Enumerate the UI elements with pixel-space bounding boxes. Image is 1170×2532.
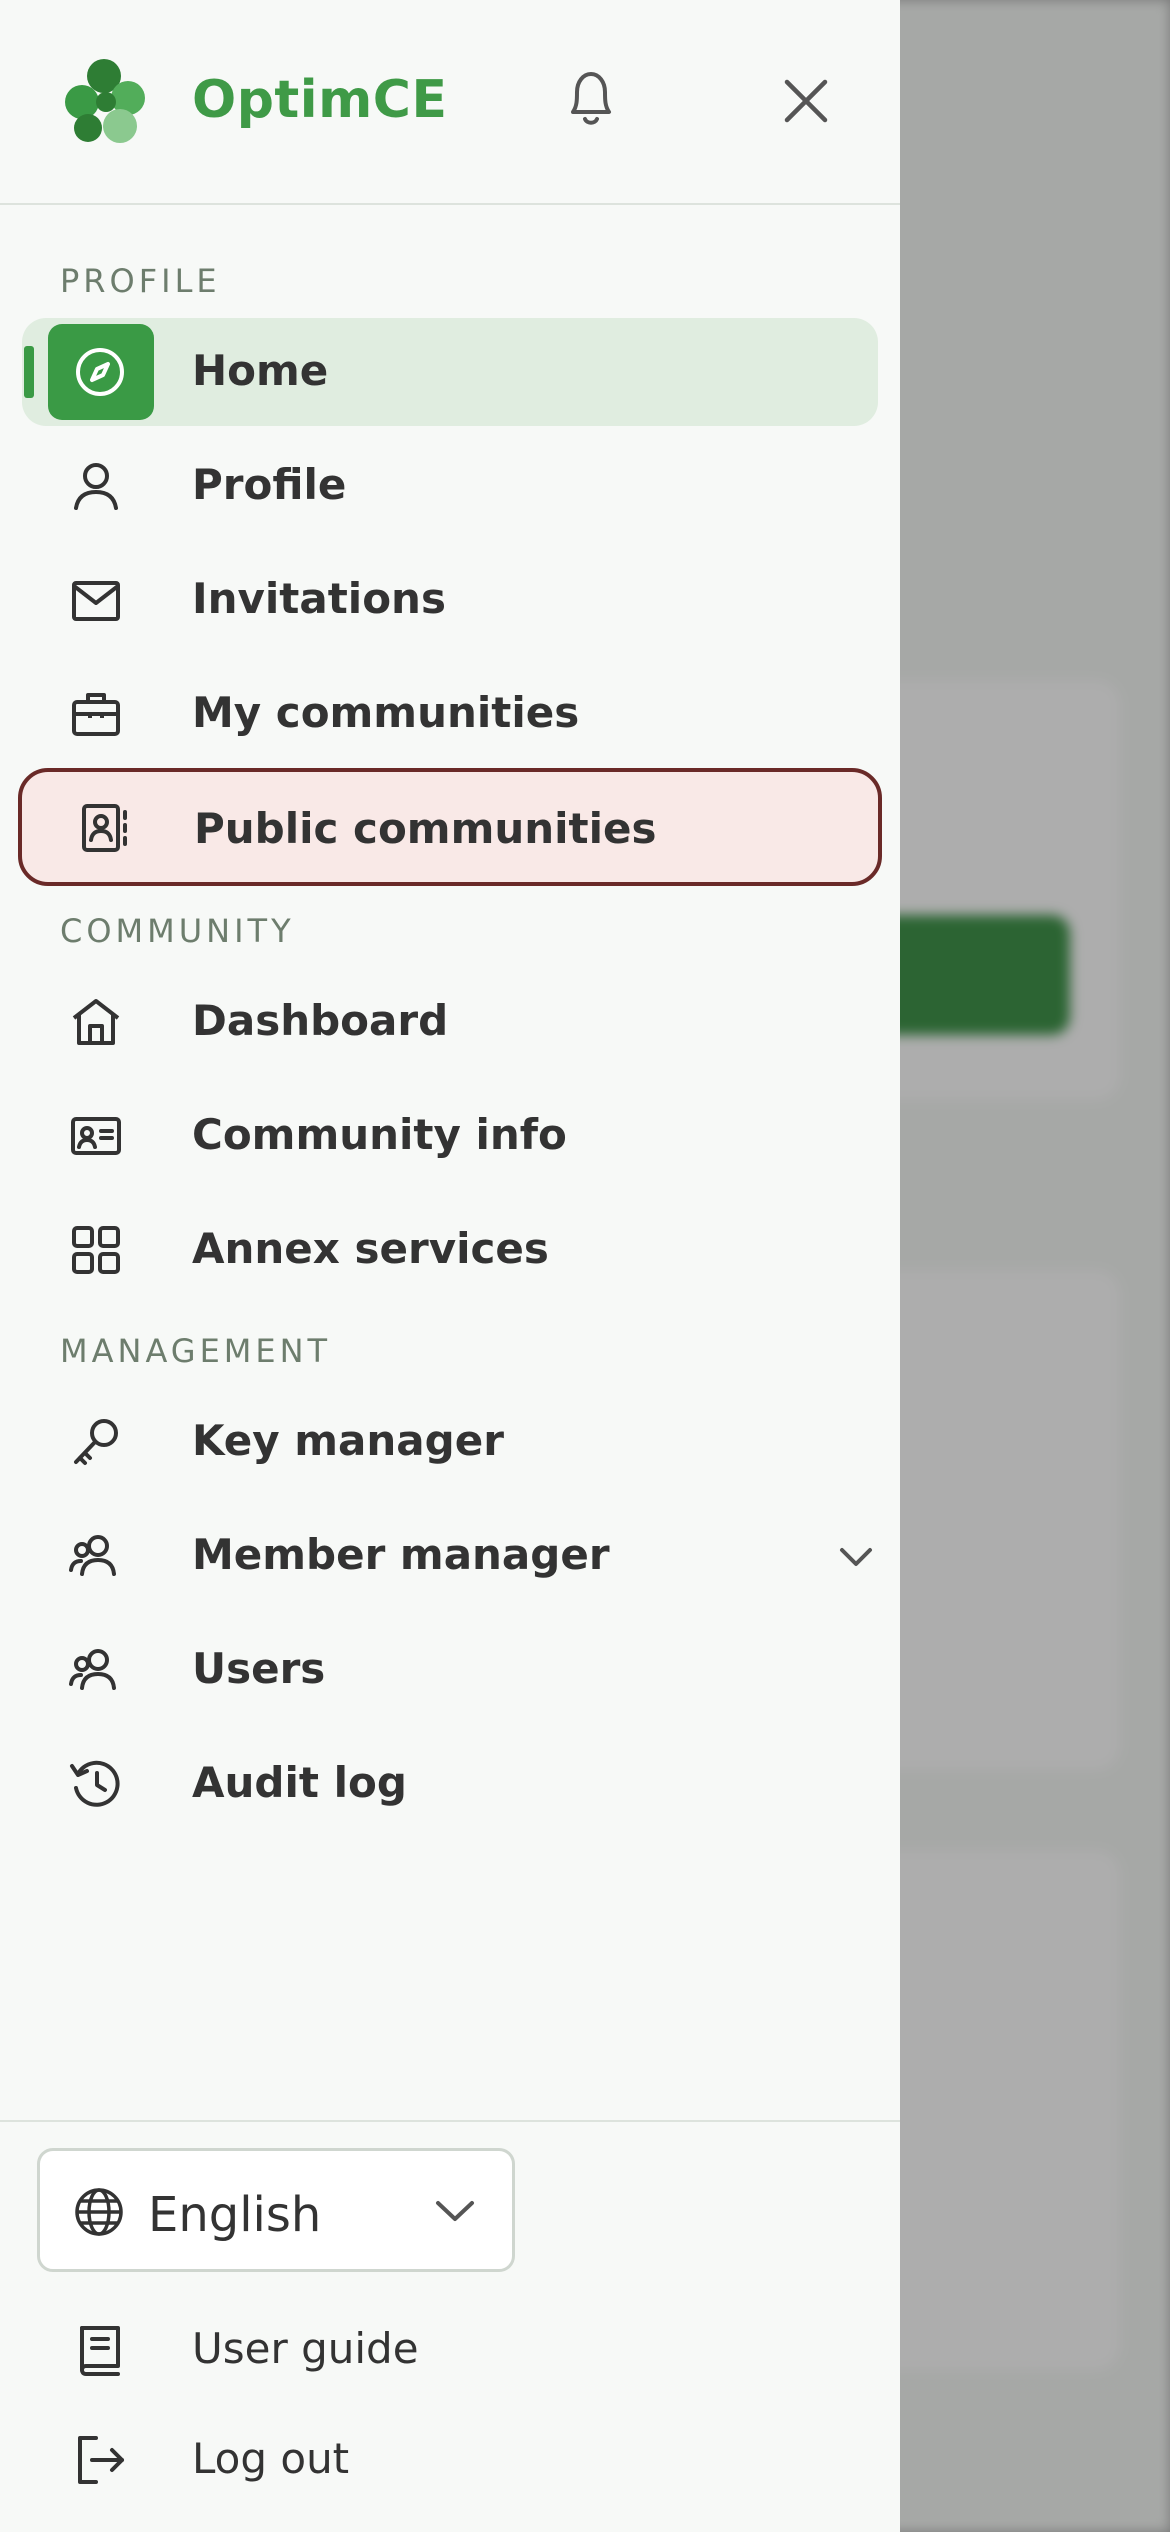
logout-link[interactable]: Log out	[22, 2410, 522, 2510]
optimce-logo-icon	[58, 52, 154, 148]
language-select[interactable]: English	[37, 2148, 515, 2272]
nav-label-annex-services: Annex services	[192, 1224, 549, 1273]
nav-item-users[interactable]: Users	[22, 1616, 878, 1724]
footer-divider	[0, 2120, 900, 2122]
nav-item-my-communities[interactable]: My communities	[22, 660, 878, 768]
nav-label-community-info: Community info	[192, 1110, 567, 1159]
nav-item-invitations[interactable]: Invitations	[22, 546, 878, 654]
nav-label-public-communities: Public communities	[194, 804, 657, 853]
nav-label-dashboard: Dashboard	[192, 996, 449, 1045]
chevron-down-icon[interactable]	[834, 1540, 878, 1574]
mail-icon	[66, 570, 126, 630]
logout-label: Log out	[192, 2434, 350, 2483]
nav-label-my-communities: My communities	[192, 688, 580, 737]
language-selected-value: English	[148, 2187, 322, 2243]
briefcase-icon	[66, 684, 126, 744]
section-label-community: COMMUNITY	[60, 912, 295, 950]
users-icon	[66, 1640, 126, 1700]
nav-item-annex-services[interactable]: Annex services	[22, 1196, 878, 1304]
contact-book-icon	[74, 798, 134, 858]
grid-icon	[66, 1220, 126, 1280]
brand-name: OptimCE	[192, 70, 448, 130]
chevron-down-icon	[432, 2195, 478, 2227]
user-guide-link[interactable]: User guide	[22, 2300, 522, 2400]
history-icon	[66, 1754, 126, 1814]
nav-item-audit-log[interactable]: Audit log	[22, 1730, 878, 1838]
bell-icon[interactable]	[556, 64, 626, 134]
navigation-drawer: OptimCE PROFILE Home Profile Invitations…	[0, 0, 900, 2532]
nav-item-home[interactable]: Home	[22, 318, 878, 426]
globe-icon	[72, 2185, 126, 2239]
nav-label-key-manager: Key manager	[192, 1416, 504, 1465]
nav-label-audit-log: Audit log	[192, 1758, 407, 1807]
nav-label-member-manager: Member manager	[192, 1530, 610, 1579]
home-icon	[66, 992, 126, 1052]
user-icon	[66, 456, 126, 516]
nav-label-profile: Profile	[192, 460, 347, 509]
book-icon	[70, 2320, 130, 2380]
nav-item-public-communities[interactable]: Public communities	[18, 768, 882, 886]
id-card-icon	[66, 1106, 126, 1166]
section-label-profile: PROFILE	[60, 262, 221, 300]
logout-icon	[70, 2430, 130, 2490]
nav-item-dashboard[interactable]: Dashboard	[22, 968, 878, 1076]
compass-icon	[70, 342, 130, 402]
nav-item-member-manager[interactable]: Member manager	[22, 1502, 878, 1610]
key-icon	[66, 1412, 126, 1472]
section-label-management: MANAGEMENT	[60, 1332, 332, 1370]
nav-item-profile[interactable]: Profile	[22, 432, 878, 540]
nav-label-home: Home	[192, 346, 329, 395]
nav-label-users: Users	[192, 1644, 326, 1693]
nav-item-community-info[interactable]: Community info	[22, 1082, 878, 1190]
close-icon[interactable]	[775, 70, 837, 132]
nav-label-invitations: Invitations	[192, 574, 446, 623]
nav-item-key-manager[interactable]: Key manager	[22, 1388, 878, 1496]
drawer-header: OptimCE	[0, 0, 900, 205]
user-guide-label: User guide	[192, 2324, 419, 2373]
active-indicator	[24, 346, 34, 398]
users-icon	[66, 1526, 126, 1586]
